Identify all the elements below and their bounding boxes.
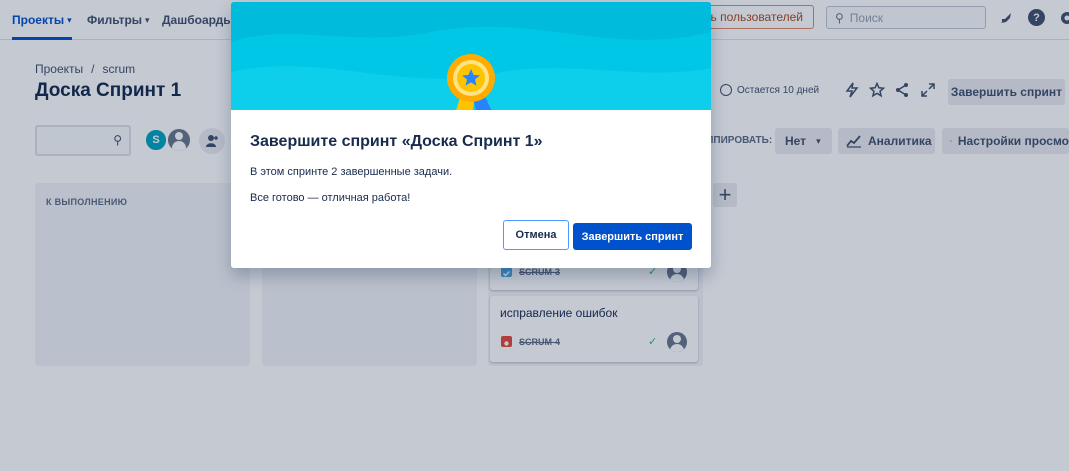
cancel-button[interactable]: Отмена	[503, 220, 569, 250]
award-ribbon-icon	[447, 54, 495, 110]
complete-sprint-dialog: Завершите спринт «Доска Спринт 1» В этом…	[231, 2, 711, 268]
dialog-message-text: Все готово — отличная работа!	[250, 192, 411, 204]
dialog-title: Завершите спринт «Доска Спринт 1»	[250, 133, 543, 150]
confirm-complete-sprint-button[interactable]: Завершить спринт	[573, 223, 692, 250]
dialog-hero-banner	[231, 2, 711, 110]
dialog-summary-text: В этом спринте 2 завершенные задачи.	[250, 166, 453, 178]
cancel-label: Отмена	[515, 229, 557, 241]
confirm-label: Завершить спринт	[581, 230, 684, 243]
